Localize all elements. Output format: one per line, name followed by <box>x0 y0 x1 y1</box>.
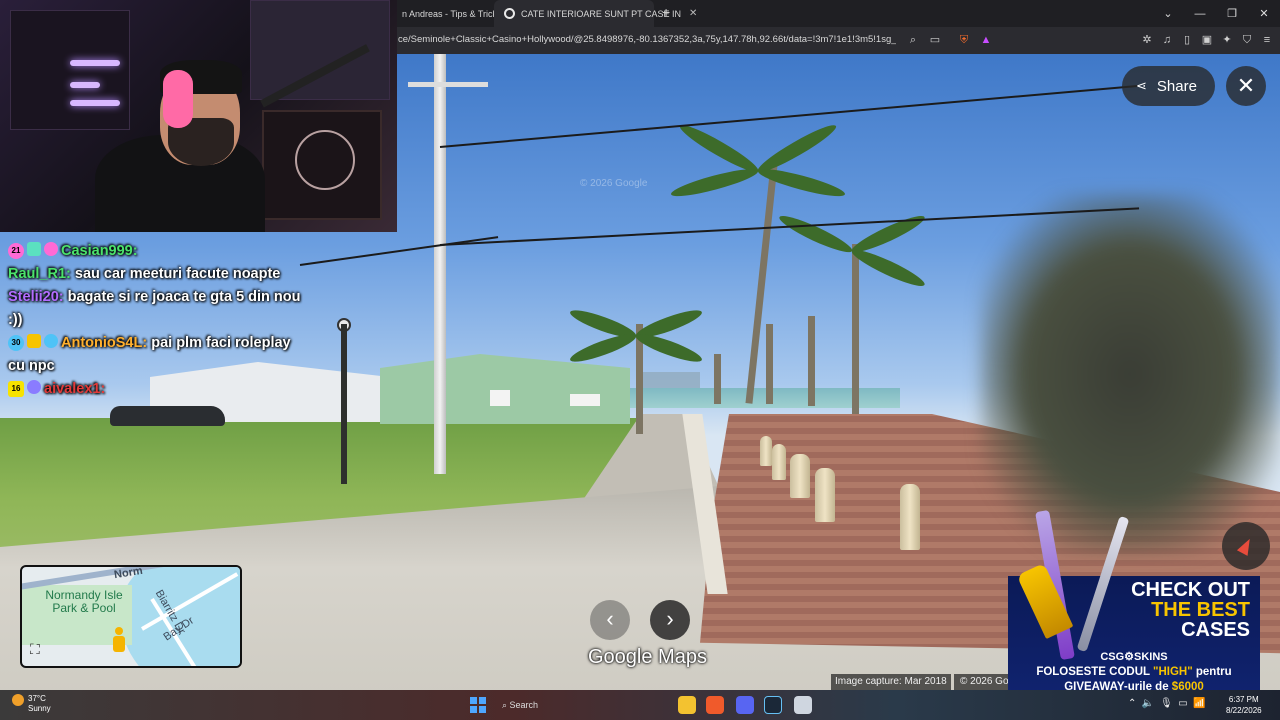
ghost-icon <box>27 380 41 394</box>
menu-icon[interactable]: ≡ <box>1260 33 1274 47</box>
chat-text: sau car meeturi facute noapte <box>74 266 281 282</box>
chat-overlay: 21 Casian999: Raul_R1: sau car meeturi fa… <box>8 240 308 401</box>
music-icon[interactable]: ♫ <box>1160 33 1174 47</box>
ghost-icon <box>44 242 58 256</box>
google-maps-logo: Google Maps <box>588 646 707 668</box>
park-label: Normandy Isle Park & Pool <box>45 588 123 615</box>
next-button[interactable]: › <box>650 600 690 640</box>
ad-headline: CHECK OUT THE BEST CASES <box>1131 579 1250 641</box>
share-button[interactable]: ⋖ Share <box>1122 66 1215 106</box>
copyright[interactable]: © 2026 Go <box>954 674 1015 690</box>
bollard <box>772 444 786 480</box>
url-field[interactable]: ce/Seminole+Classic+Casino+Hollywood/@25… <box>398 34 896 45</box>
minimap[interactable]: Norm Biarritz Dr Bay Dr Normandy Isle Pa… <box>20 565 242 668</box>
pegman-icon <box>112 627 126 653</box>
discord-icon[interactable] <box>736 696 754 714</box>
pole-crossarm <box>408 82 488 87</box>
headset <box>163 70 193 128</box>
chat-message: Raul_R1: sau car meeturi facute noapte <box>8 263 308 286</box>
street-lamp <box>341 324 347 484</box>
close-icon[interactable]: ✕ <box>689 8 697 19</box>
window-controls: ⌄ — ❐ ✕ <box>1152 0 1280 27</box>
chevron-left-icon: ‹ <box>606 606 614 631</box>
plus-icon[interactable]: + <box>662 4 670 20</box>
tab-title: n Andreas - Tips & Tricks <box>402 8 502 19</box>
bollard <box>790 454 810 498</box>
sub-icon <box>27 242 41 256</box>
vpn-icon[interactable]: ⛉ <box>1240 33 1254 47</box>
google-watermark: © 2026 Google <box>580 178 648 189</box>
minimize-icon[interactable]: — <box>1184 8 1216 20</box>
tab-active-maps[interactable]: CATE INTERIOARE SUNT PT CASE IN ✕ <box>494 0 697 27</box>
level-badge: 30 <box>8 335 24 351</box>
taskbar-search[interactable]: ⌕ Search <box>496 695 616 715</box>
palm-tree <box>766 324 773 404</box>
chat-message: 16 aivalex1: <box>8 378 308 401</box>
screen: © 2026 Google n Andreas - Tips & Tricks … <box>0 0 1280 720</box>
chat-username: AntonioS4L: <box>61 335 148 351</box>
windows-start-icon[interactable] <box>470 697 486 713</box>
cast-icon[interactable]: ▭ <box>928 33 942 47</box>
ad-line-1: FOLOSESTE CODUL "HIGH" pentru <box>1036 666 1232 678</box>
level-badge: 21 <box>8 243 24 259</box>
webcam-overlay <box>0 0 397 232</box>
wallet-icon[interactable]: ▣ <box>1200 33 1214 47</box>
ad-brand: CSG⚙SKINS <box>1100 651 1168 663</box>
weather-condition: Sunny <box>28 704 51 713</box>
weather-widget[interactable]: 37°C Sunny <box>12 694 51 714</box>
pentagram-decoration <box>295 130 355 190</box>
chevron-down-icon[interactable]: ⌄ <box>1152 7 1184 20</box>
chrome-icon <box>504 8 515 19</box>
bollard <box>760 436 772 466</box>
chat-username: Stelii20: <box>8 289 64 305</box>
chat-message: 30 AntonioS4L: pai plm faci roleplay cu n… <box>8 332 308 378</box>
bollard <box>900 484 920 550</box>
rewards-icon[interactable]: ▲ <box>979 33 993 47</box>
app-icon[interactable] <box>794 696 812 714</box>
crown-icon <box>27 334 41 348</box>
close-icon: ✕ <box>1236 73 1256 98</box>
tab-tips-tricks[interactable]: n Andreas - Tips & Tricks ✕ <box>392 0 518 27</box>
chat-message: 21 Casian999: <box>8 240 308 263</box>
clock[interactable]: 6:37 PM 8/22/2026 <box>1226 694 1262 716</box>
close-icon[interactable]: ✕ <box>1248 7 1280 20</box>
system-tray[interactable]: ⌃ 🔈 🎙 ▭ 📶 <box>1128 698 1206 709</box>
sun-icon <box>12 694 24 706</box>
green-house <box>380 354 630 424</box>
steam-icon[interactable] <box>764 696 782 714</box>
bollard <box>815 468 835 522</box>
previous-button[interactable]: ‹ <box>590 600 630 640</box>
temperature: 37°C <box>28 694 46 703</box>
sidebar-icon[interactable]: ▯ <box>1180 33 1194 47</box>
brave-icon[interactable] <box>706 696 724 714</box>
tab-title: CATE INTERIOARE SUNT PT CASE IN <box>521 8 682 19</box>
image-capture-date: Image capture: Mar 2018 <box>831 674 951 690</box>
palm-tree <box>808 316 815 406</box>
ghost-icon <box>44 334 58 348</box>
brave-shield-icon[interactable]: ⛨ <box>957 33 971 47</box>
palm-tree <box>714 354 721 404</box>
chat-message: Stelii20: bagate si re joaca te gta 5 di… <box>8 286 308 332</box>
chat-username: Casian999: <box>61 243 138 259</box>
expand-icon[interactable]: ⛶ <box>30 640 48 658</box>
share-icon: ⋖ <box>1136 78 1147 93</box>
sponsor-ad: CHECK OUT THE BEST CASES CSG⚙SKINS FOLOS… <box>1008 509 1260 696</box>
utility-pole <box>434 54 446 474</box>
compass-icon[interactable] <box>1222 522 1270 570</box>
level-badge: 16 <box>8 381 24 397</box>
share-label: Share <box>1156 77 1197 95</box>
leo-icon[interactable]: ✦ <box>1220 33 1234 47</box>
file-explorer-icon[interactable] <box>678 696 696 714</box>
zoom-icon[interactable]: ⌕ <box>906 33 920 47</box>
chat-username: Raul_R1: <box>8 266 71 282</box>
chat-username: aivalex1: <box>44 381 106 397</box>
close-street-view-button[interactable]: ✕ <box>1226 66 1266 106</box>
extensions-icon[interactable]: ✲ <box>1140 33 1154 47</box>
blurred-foliage <box>980 194 1280 554</box>
parked-car <box>110 406 225 426</box>
chevron-right-icon: › <box>666 606 674 631</box>
taskbar: 37°C Sunny ⌕ Search ⌃ 🔈 🎙 ▭ 📶 6:37 PM 8/… <box>0 690 1280 720</box>
restore-icon[interactable]: ❐ <box>1216 7 1248 20</box>
palm-tree <box>852 244 859 414</box>
